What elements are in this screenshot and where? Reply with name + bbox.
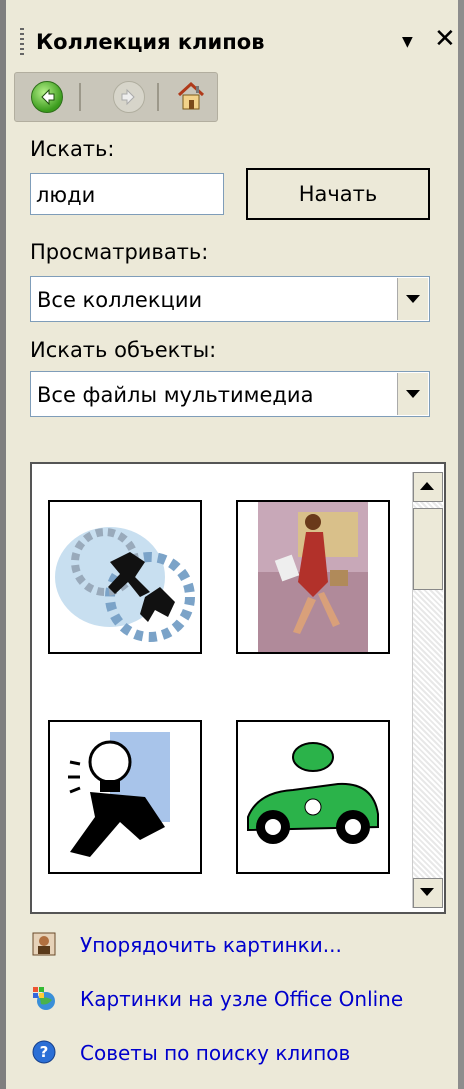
navigation-toolbar	[14, 72, 218, 122]
scrollbar-thumb[interactable]	[413, 508, 443, 590]
svg-text:?: ?	[40, 1043, 49, 1061]
start-search-button[interactable]: Начать	[246, 168, 430, 220]
office-online-icon	[32, 986, 56, 1010]
toolbar-separator	[157, 83, 159, 111]
chevron-down-icon[interactable]	[397, 278, 428, 320]
home-icon[interactable]	[175, 79, 207, 113]
collections-select[interactable]: Все коллекции	[30, 276, 430, 322]
forward-arrow-icon[interactable]	[113, 81, 145, 113]
organizer-icon	[32, 932, 56, 956]
businessmen-gears-clipart[interactable]	[48, 500, 202, 654]
pane-title: Коллекция клипов	[36, 30, 265, 54]
pane-right-border	[458, 0, 464, 1089]
pane-menu-icon[interactable]: ▼	[402, 34, 413, 50]
media-type-select[interactable]: Все файлы мультимедиа	[30, 371, 430, 417]
scroll-down-icon[interactable]	[413, 878, 443, 908]
pane-titlebar: Коллекция клипов ▼ ✕	[6, 10, 458, 72]
scroll-up-icon[interactable]	[413, 472, 443, 502]
pane-left-border	[0, 0, 6, 1089]
green-race-car-clipart[interactable]	[236, 720, 390, 874]
search-input[interactable]: люди	[30, 173, 224, 215]
search-tips-link-label: Советы по поиску клипов	[80, 1041, 351, 1065]
close-icon[interactable]: ✕	[434, 26, 456, 52]
toolbar-separator	[79, 83, 81, 111]
collections-select-value: Все коллекции	[37, 288, 203, 312]
results-scrollbar[interactable]	[412, 472, 443, 908]
media-type-select-value: Все файлы мультимедиа	[37, 383, 314, 407]
object-type-label: Искать объекты:	[30, 338, 217, 362]
man-lightbulb-clipart[interactable]	[48, 720, 202, 874]
back-arrow-icon[interactable]	[31, 81, 63, 113]
results-panel	[30, 462, 446, 914]
office-online-link-label: Картинки на узле Office Online	[80, 987, 404, 1011]
search-label: Искать:	[30, 137, 115, 161]
browse-label: Просматривать:	[30, 240, 209, 264]
drag-grip-icon[interactable]	[20, 28, 24, 58]
help-icon: ?	[32, 1040, 56, 1064]
chevron-down-icon[interactable]	[397, 373, 428, 415]
woman-walking-clipart[interactable]	[236, 500, 390, 654]
organize-clips-link-label: Упорядочить картинки...	[80, 933, 342, 957]
clip-art-task-pane: Коллекция клипов ▼ ✕ Искать: люди Начать…	[0, 0, 464, 1089]
